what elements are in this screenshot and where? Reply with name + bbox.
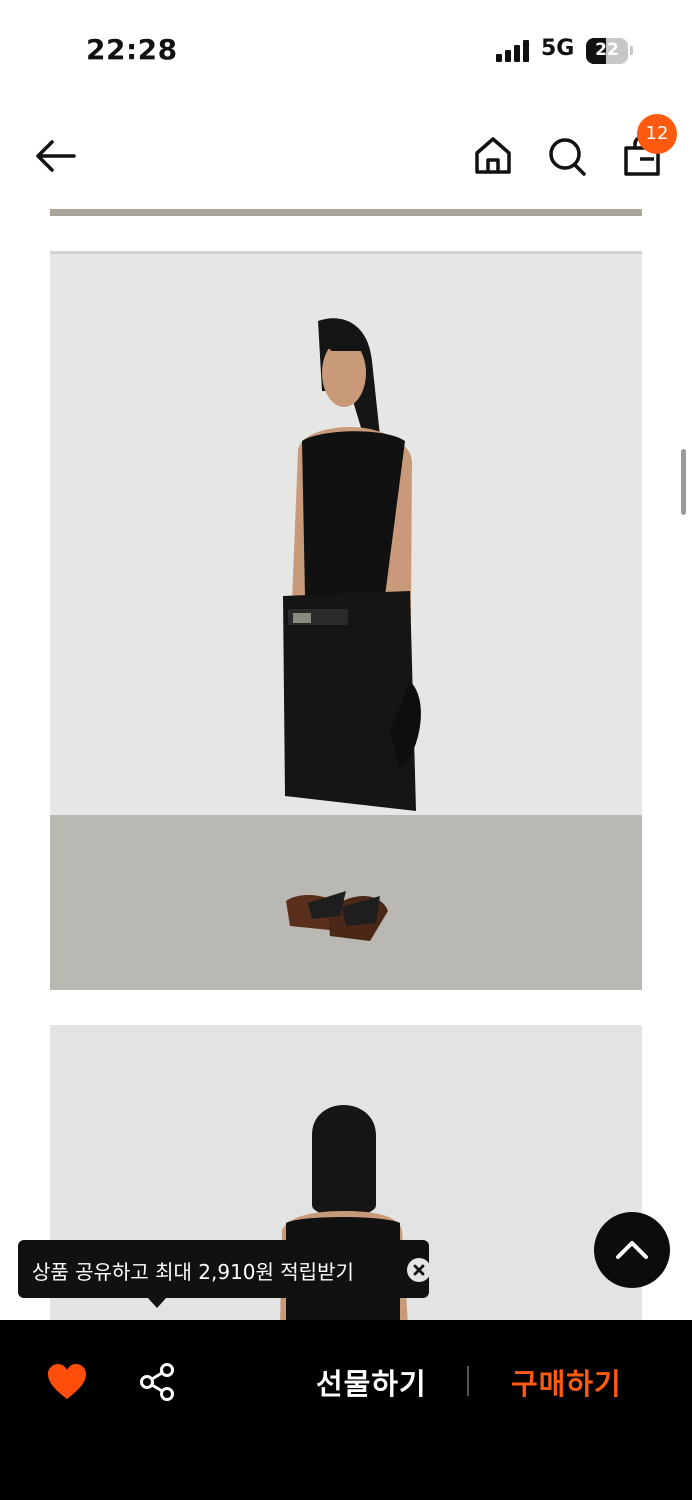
bottom-action-bar: 선물하기 구매하기 [0, 1320, 692, 1500]
tooltip-close-button[interactable] [407, 1258, 431, 1282]
model-figure [283, 318, 421, 941]
gift-button[interactable]: 선물하기 [316, 1361, 427, 1403]
button-divider [467, 1366, 469, 1396]
tooltip-text: 상품 공유하고 최대 2,910원 적립받기 [32, 1260, 354, 1284]
tooltip-arrow [147, 1297, 167, 1308]
network-type: 5G [541, 36, 575, 61]
back-button[interactable] [32, 136, 80, 176]
status-time: 22:28 [86, 33, 178, 66]
chevron-up-icon [616, 1241, 648, 1259]
share-button[interactable] [138, 1362, 178, 1402]
search-icon [549, 138, 586, 176]
close-icon [413, 1264, 425, 1276]
heart-icon [48, 1364, 86, 1399]
status-bar: 22:28 5G 22 [0, 0, 692, 100]
share-icon [140, 1363, 174, 1401]
product-image-edge [50, 209, 642, 216]
scroll-to-top-button[interactable] [594, 1212, 670, 1288]
battery-icon: 22 [586, 38, 628, 64]
cart-count-badge: 12 [637, 114, 677, 154]
search-button[interactable] [546, 134, 588, 178]
buy-button[interactable]: 구매하기 [511, 1361, 622, 1403]
wishlist-button[interactable] [46, 1363, 88, 1401]
page-scrollbar[interactable] [681, 449, 686, 515]
top-navigation [0, 110, 692, 205]
back-arrow-icon [36, 140, 76, 172]
battery-tip [630, 46, 633, 55]
home-button[interactable] [472, 134, 514, 178]
home-icon [475, 137, 511, 174]
signal-icon [496, 40, 532, 62]
product-photo[interactable] [50, 251, 642, 990]
share-reward-tooltip: 상품 공유하고 최대 2,910원 적립받기 [18, 1240, 431, 1298]
battery-level: 22 [595, 40, 619, 60]
